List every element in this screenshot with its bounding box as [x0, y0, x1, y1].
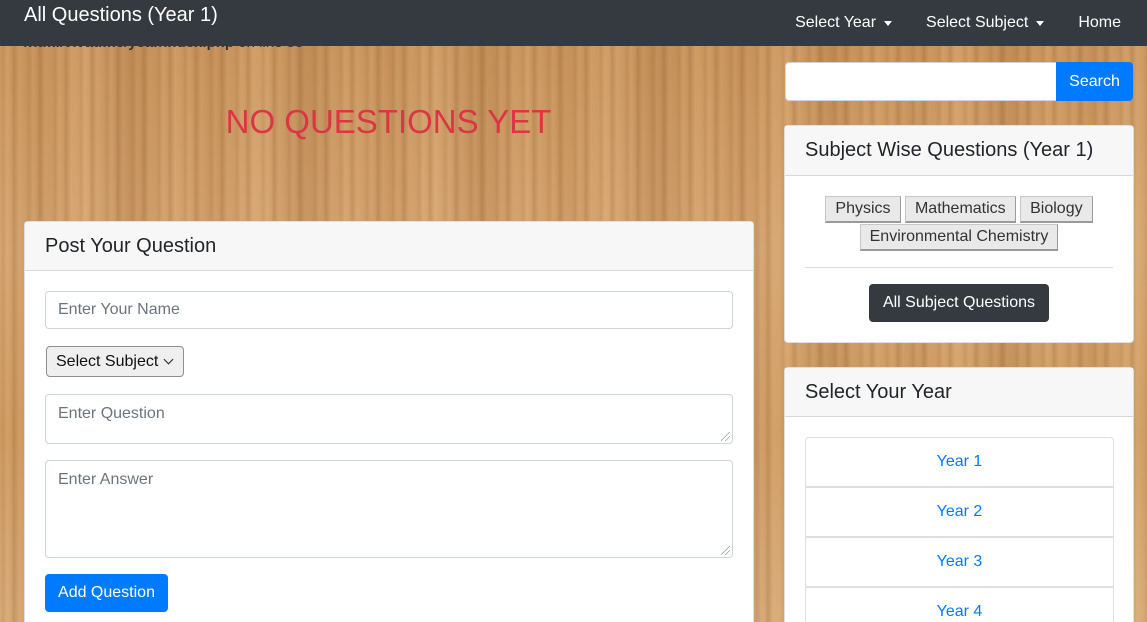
search-input[interactable] — [785, 62, 1057, 101]
answer-placeholder: Enter Answer — [58, 471, 154, 488]
year-link-2[interactable]: Year 2 — [805, 487, 1114, 537]
year-link-1[interactable]: Year 1 — [805, 437, 1114, 487]
name-input[interactable]: Enter Your Name — [45, 291, 733, 329]
subject-tag-physics[interactable]: Physics — [825, 196, 901, 223]
subject-wise-card: Subject Wise Questions (Year 1) Physics … — [784, 125, 1134, 343]
question-textarea[interactable]: Enter Question — [45, 394, 733, 444]
all-subject-questions-button[interactable]: All Subject Questions — [869, 284, 1049, 322]
question-placeholder: Enter Question — [58, 405, 165, 422]
select-year-card: Select Your Year Year 1 Year 2 Year 3 Ye… — [784, 367, 1134, 622]
select-year-dropdown[interactable]: Select Year — [795, 14, 893, 32]
year-list: Year 1 Year 2 Year 3 Year 4 — [805, 437, 1114, 622]
resize-handle-icon[interactable] — [721, 432, 730, 441]
subject-tag-mathematics[interactable]: Mathematics — [904, 196, 1016, 223]
no-questions-message: NO QUESTIONS YET — [225, 103, 552, 140]
year-link-4[interactable]: Year 4 — [805, 587, 1114, 622]
chevron-down-icon — [163, 354, 174, 365]
subject-select[interactable]: Select Subject — [46, 346, 184, 377]
post-question-title: Post Your Question — [25, 222, 753, 271]
caret-down-icon — [1036, 20, 1045, 26]
select-subject-label: Select Subject — [926, 14, 1029, 31]
subject-tag-environmental-chemistry[interactable]: Environmental Chemistry — [859, 224, 1059, 251]
add-question-button[interactable]: Add Question — [45, 574, 168, 612]
navbar: All Questions (Year 1) Select Year Selec… — [0, 0, 1147, 46]
answer-textarea[interactable]: Enter Answer — [45, 460, 733, 558]
divider — [805, 267, 1113, 268]
caret-down-icon — [884, 20, 893, 26]
navbar-brand[interactable]: All Questions (Year 1) — [24, 4, 218, 27]
select-year-label: Select Year — [795, 14, 877, 31]
subject-wise-title: Subject Wise Questions (Year 1) — [785, 126, 1133, 176]
subject-tags: Physics Mathematics Biology Environmenta… — [805, 196, 1113, 252]
select-year-title: Select Your Year — [785, 368, 1133, 417]
year-link-3[interactable]: Year 3 — [805, 537, 1114, 587]
select-subject-dropdown[interactable]: Select Subject — [926, 14, 1045, 32]
home-link[interactable]: Home — [1078, 14, 1121, 32]
navbar-menu: Select Year Select Subject Home — [761, 0, 1121, 46]
search-button[interactable]: Search — [1056, 62, 1133, 101]
post-question-card: Post Your Question Enter Your Name Selec… — [24, 221, 754, 622]
resize-handle-icon[interactable] — [721, 546, 730, 555]
subject-tag-biology[interactable]: Biology — [1020, 196, 1093, 223]
subject-select-value: Select Subject — [56, 352, 159, 370]
